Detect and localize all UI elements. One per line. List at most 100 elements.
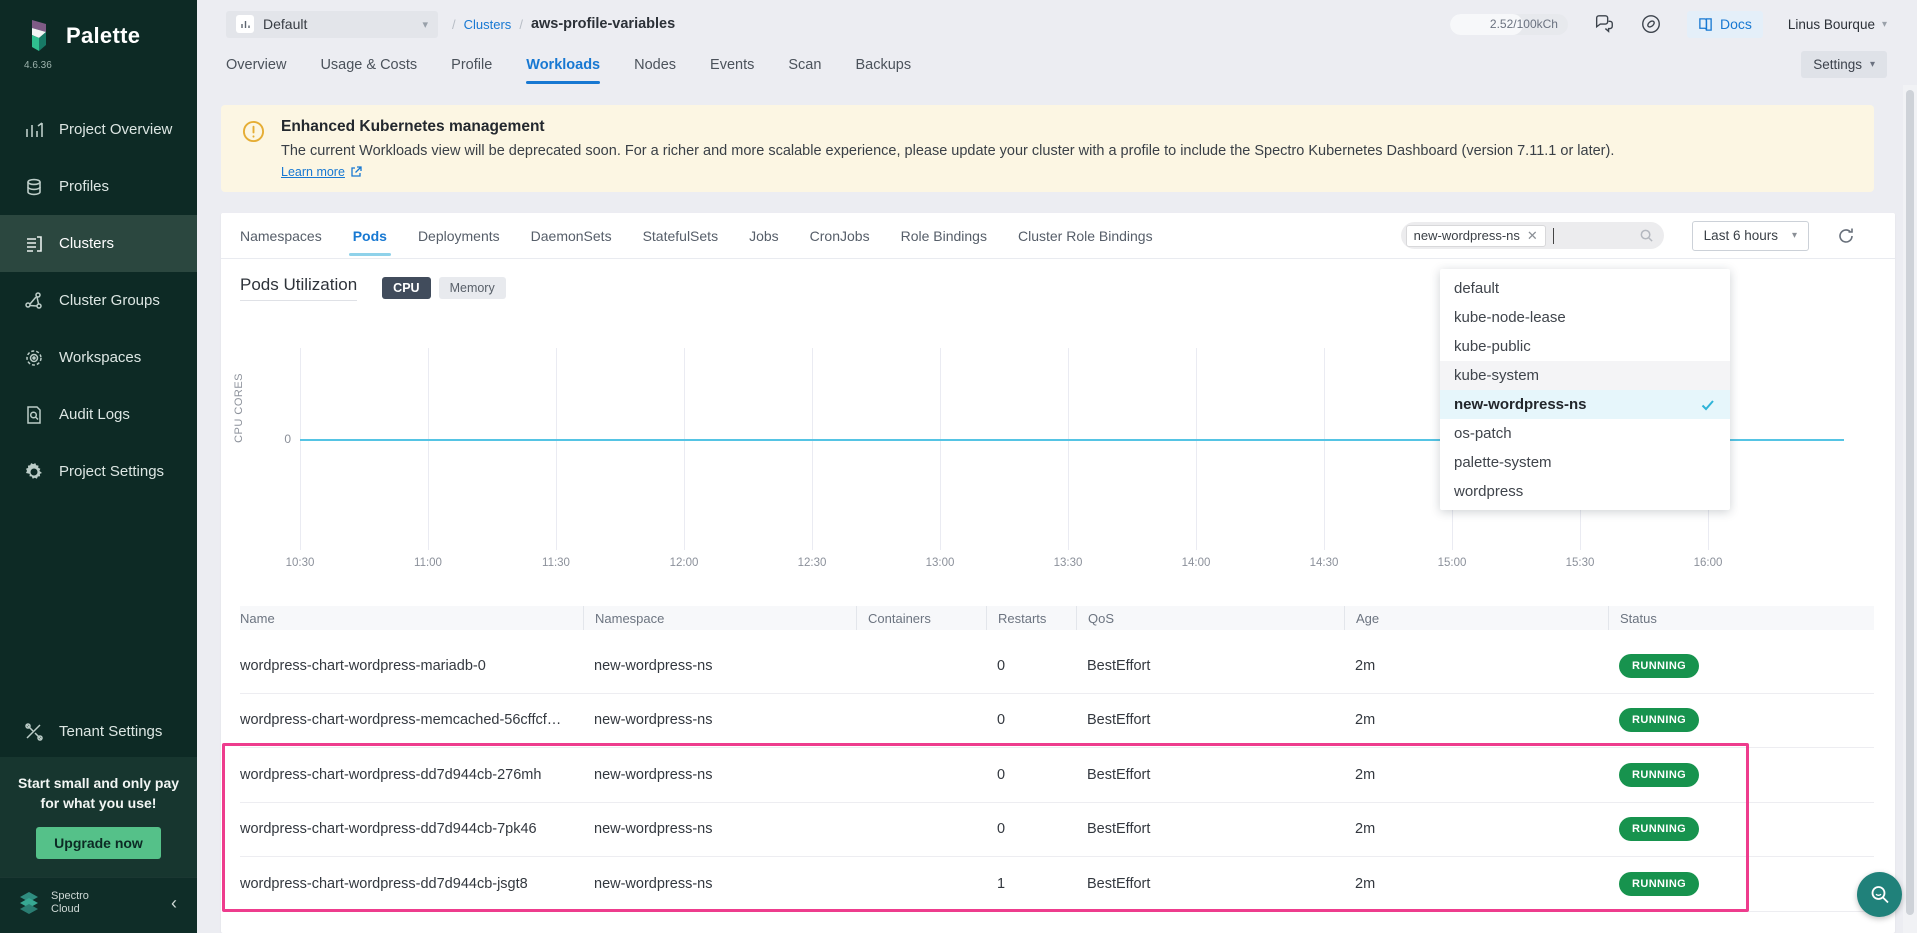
pod-restarts: 0 bbox=[986, 767, 1076, 783]
dropdown-item-wordpress[interactable]: wordpress bbox=[1440, 477, 1730, 506]
namespace-filter-input[interactable]: new-wordpress-ns ✕ bbox=[1401, 222, 1664, 249]
pods-table: Name Namespace Containers Restarts QoS A… bbox=[240, 606, 1874, 912]
tab-events[interactable]: Events bbox=[710, 46, 754, 82]
x-tick: 16:00 bbox=[1694, 557, 1723, 569]
cpu-toggle[interactable]: CPU bbox=[382, 277, 430, 299]
docs-button[interactable]: Docs bbox=[1687, 11, 1763, 38]
pod-namespace: new-wordpress-ns bbox=[583, 821, 856, 837]
settings-button[interactable]: Settings ▾ bbox=[1801, 51, 1887, 78]
scrollbar-thumb[interactable] bbox=[1906, 90, 1914, 915]
cluster-tabs: Overview Usage & Costs Profile Workloads… bbox=[226, 46, 911, 82]
remove-tag-icon[interactable]: ✕ bbox=[1527, 228, 1538, 244]
dropdown-item-kube-public[interactable]: kube-public bbox=[1440, 332, 1730, 361]
dropdown-item-os-patch[interactable]: os-patch bbox=[1440, 419, 1730, 448]
pod-restarts: 0 bbox=[986, 712, 1076, 728]
pod-qos: BestEffort bbox=[1076, 712, 1344, 728]
pod-namespace: new-wordpress-ns bbox=[583, 658, 856, 674]
table-row[interactable]: wordpress-chart-wordpress-mariadb-0 new-… bbox=[240, 639, 1874, 694]
cluster-tabs-row: Overview Usage & Costs Profile Workloads… bbox=[197, 42, 1917, 86]
banner-content: Enhanced Kubernetes management The curre… bbox=[281, 118, 1614, 192]
learn-more-label: Learn more bbox=[281, 165, 345, 179]
help-icon[interactable] bbox=[1640, 13, 1662, 35]
tab-deployments[interactable]: Deployments bbox=[418, 215, 500, 256]
check-icon bbox=[1700, 397, 1716, 413]
palette-logo-icon bbox=[22, 18, 56, 54]
sidebar-item-profiles[interactable]: Profiles bbox=[0, 158, 197, 215]
table-row[interactable]: wordpress-chart-wordpress-dd7d944cb-276m… bbox=[240, 748, 1874, 803]
tab-overview[interactable]: Overview bbox=[226, 46, 286, 82]
pod-age: 2m bbox=[1344, 658, 1608, 674]
tab-statefulsets[interactable]: StatefulSets bbox=[643, 215, 719, 256]
tab-role-bindings[interactable]: Role Bindings bbox=[901, 215, 987, 256]
docs-label: Docs bbox=[1720, 16, 1752, 32]
sidebar-item-project-overview[interactable]: Project Overview bbox=[0, 101, 197, 158]
memory-toggle[interactable]: Memory bbox=[439, 277, 506, 299]
sidebar-item-cluster-groups[interactable]: Cluster Groups bbox=[0, 272, 197, 329]
chevron-down-icon: ▾ bbox=[1792, 230, 1797, 241]
sidebar-item-audit-logs[interactable]: Audit Logs bbox=[0, 386, 197, 443]
tab-cluster-role-bindings[interactable]: Cluster Role Bindings bbox=[1018, 215, 1153, 256]
tab-jobs[interactable]: Jobs bbox=[749, 215, 779, 256]
chat-icon[interactable] bbox=[1593, 13, 1615, 35]
breadcrumb-current: aws-profile-variables bbox=[531, 16, 675, 32]
tab-profile[interactable]: Profile bbox=[451, 46, 492, 82]
sidebar-item-tenant-settings[interactable]: Tenant Settings bbox=[0, 707, 197, 757]
dropdown-item-label: new-wordpress-ns bbox=[1454, 396, 1587, 413]
sidebar-item-clusters[interactable]: Clusters bbox=[0, 215, 197, 272]
chart-x-axis: 10:30 11:00 11:30 12:00 12:30 13:00 13:3… bbox=[300, 557, 1844, 573]
learn-more-link[interactable]: Learn more bbox=[281, 165, 362, 179]
sidebar-item-project-settings[interactable]: Project Settings bbox=[0, 443, 197, 500]
tab-namespaces[interactable]: Namespaces bbox=[240, 215, 322, 256]
tab-pods[interactable]: Pods bbox=[353, 215, 387, 256]
table-row[interactable]: wordpress-chart-wordpress-dd7d944cb-7pk4… bbox=[240, 803, 1874, 858]
tab-usage-costs[interactable]: Usage & Costs bbox=[320, 46, 417, 82]
dropdown-item-palette-system[interactable]: palette-system bbox=[1440, 448, 1730, 477]
dropdown-item-kube-node-lease[interactable]: kube-node-lease bbox=[1440, 303, 1730, 332]
breadcrumb-clusters-link[interactable]: Clusters bbox=[464, 17, 512, 32]
pod-name: wordpress-chart-wordpress-dd7d944cb-jsgt… bbox=[240, 876, 583, 892]
external-link-icon bbox=[350, 166, 362, 178]
scrollbar-track[interactable] bbox=[1903, 85, 1917, 933]
tools-icon bbox=[24, 722, 44, 742]
pod-name: wordpress-chart-wordpress-dd7d944cb-276m… bbox=[240, 767, 583, 783]
sidebar-item-label: Clusters bbox=[59, 235, 114, 252]
tab-scan[interactable]: Scan bbox=[788, 46, 821, 82]
upgrade-now-button[interactable]: Upgrade now bbox=[36, 827, 161, 859]
refresh-icon[interactable] bbox=[1837, 227, 1855, 245]
tab-workloads[interactable]: Workloads bbox=[526, 46, 600, 82]
main-area: Default ▾ / Clusters / aws-profile-varia… bbox=[197, 0, 1917, 933]
dropdown-item-new-wordpress-ns[interactable]: new-wordpress-ns bbox=[1440, 390, 1730, 419]
col-header-containers: Containers bbox=[856, 606, 986, 630]
banner-title: Enhanced Kubernetes management bbox=[281, 118, 1614, 136]
table-row[interactable]: wordpress-chart-wordpress-memcached-56cf… bbox=[240, 694, 1874, 749]
pod-qos: BestEffort bbox=[1076, 658, 1344, 674]
pod-age: 2m bbox=[1344, 712, 1608, 728]
tab-nodes[interactable]: Nodes bbox=[634, 46, 676, 82]
tab-daemonsets[interactable]: DaemonSets bbox=[531, 215, 612, 256]
col-header-age: Age bbox=[1344, 606, 1608, 630]
tab-backups[interactable]: Backups bbox=[855, 46, 911, 82]
pod-restarts: 0 bbox=[986, 658, 1076, 674]
sidebar-collapse-chevron-icon[interactable]: ‹ bbox=[165, 891, 183, 916]
pod-age: 2m bbox=[1344, 821, 1608, 837]
user-menu[interactable]: Linus Bourque ▾ bbox=[1788, 17, 1887, 32]
pod-age: 2m bbox=[1344, 767, 1608, 783]
status-badge: RUNNING bbox=[1619, 708, 1699, 732]
dropdown-item-kube-system[interactable]: kube-system bbox=[1440, 361, 1730, 390]
x-tick: 13:00 bbox=[926, 557, 955, 569]
workload-tabs-row: Namespaces Pods Deployments DaemonSets S… bbox=[221, 213, 1895, 259]
dropdown-item-default[interactable]: default bbox=[1440, 274, 1730, 303]
tab-cronjobs[interactable]: CronJobs bbox=[810, 215, 870, 256]
x-tick: 12:30 bbox=[798, 557, 827, 569]
search-icon bbox=[1639, 228, 1654, 243]
time-range-select[interactable]: Last 6 hours ▾ bbox=[1692, 221, 1809, 251]
table-row[interactable]: wordpress-chart-wordpress-dd7d944cb-jsgt… bbox=[240, 857, 1874, 912]
project-selector[interactable]: Default ▾ bbox=[226, 11, 438, 38]
support-fab-button[interactable] bbox=[1857, 872, 1902, 917]
sidebar-item-workspaces[interactable]: Workspaces bbox=[0, 329, 197, 386]
sidebar-item-label: Tenant Settings bbox=[59, 723, 162, 740]
breadcrumb-separator: / bbox=[452, 17, 456, 32]
sidebar-item-label: Profiles bbox=[59, 178, 109, 195]
magnifier-face-icon bbox=[1868, 883, 1892, 907]
profiles-icon bbox=[24, 177, 44, 197]
